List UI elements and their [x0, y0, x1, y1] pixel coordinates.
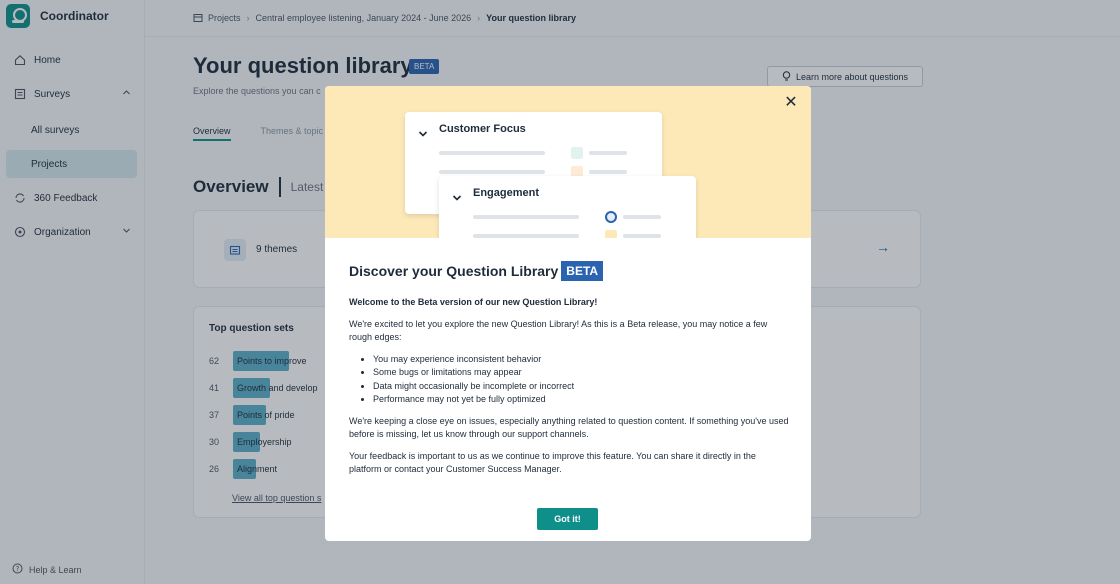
- illustration-card-title: Engagement: [473, 187, 540, 199]
- modal-bullet-list: You may experience inconsistent behavior…: [373, 353, 789, 407]
- modal-body: Welcome to the Beta version of our new Q…: [349, 296, 789, 485]
- placeholder-line: [473, 215, 579, 219]
- modal-title-text: Discover your Question Library: [349, 263, 559, 279]
- chevron-down-icon: [452, 189, 462, 207]
- modal-paragraph: We're keeping a close eye on issues, esp…: [349, 415, 789, 440]
- question-set-label: Points to improve: [237, 356, 307, 366]
- target-icon: [605, 211, 617, 223]
- illustration-card-engagement: Engagement: [439, 176, 696, 238]
- chevron-down-icon: [418, 125, 428, 143]
- list-item: Some bugs or limitations may appear: [373, 366, 789, 380]
- list-item: Data might occasionally be incomplete or…: [373, 380, 789, 394]
- placeholder-line: [589, 151, 627, 155]
- placeholder-line: [473, 234, 579, 238]
- modal-illustration: Customer Focus Engagement ✕: [325, 86, 811, 238]
- modal-paragraph: Your feedback is important to us as we c…: [349, 450, 756, 475]
- question-set-label: Alignment: [237, 464, 278, 474]
- beta-badge: BETA: [561, 261, 604, 281]
- placeholder-line: [623, 234, 661, 238]
- modal-intro: We're excited to let you explore the new…: [349, 318, 768, 343]
- star-icon: [605, 230, 617, 238]
- placeholder-line: [589, 170, 627, 174]
- got-it-button[interactable]: Got it!: [537, 508, 598, 530]
- eye-icon: [571, 147, 583, 159]
- placeholder-line: [439, 151, 545, 155]
- question-set-label: Employership: [237, 437, 292, 447]
- modal-lead: Welcome to the Beta version of our new Q…: [349, 297, 598, 307]
- placeholder-line: [623, 215, 661, 219]
- modal-title: Discover your Question Library BETA: [349, 261, 604, 281]
- question-set-label: Growth and develop: [237, 383, 318, 393]
- list-item: You may experience inconsistent behavior: [373, 353, 789, 367]
- illustration-card-title: Customer Focus: [439, 123, 526, 135]
- beta-modal: Customer Focus Engagement ✕ Discover you…: [325, 86, 811, 541]
- question-set-label: Points of pride: [237, 410, 295, 420]
- close-icon[interactable]: ✕: [783, 94, 799, 111]
- placeholder-line: [439, 170, 545, 174]
- list-item: Performance may not yet be fully optimiz…: [373, 393, 789, 407]
